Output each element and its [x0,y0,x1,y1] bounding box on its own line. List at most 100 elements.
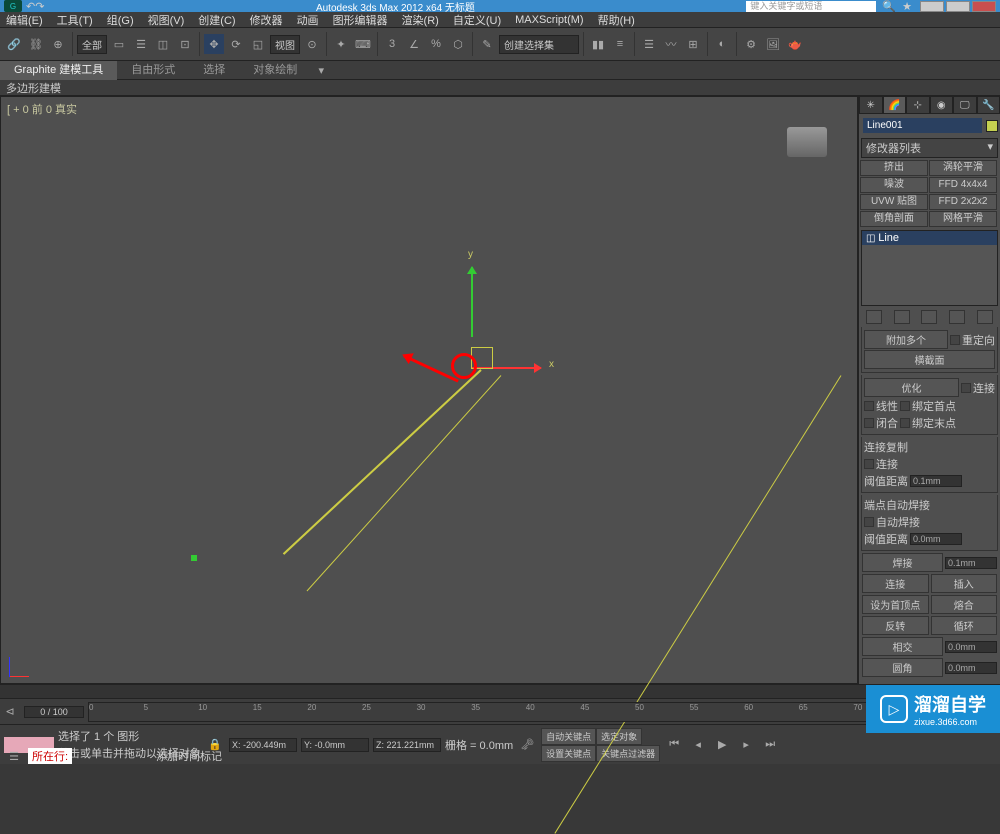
selection-filter[interactable]: 全部 [77,35,107,54]
key-icon[interactable]: 🗝 [517,735,537,755]
edit-sel-icon[interactable]: ✎ [477,34,497,54]
pivot-icon[interactable]: ⊙ [302,34,322,54]
cross-spin[interactable]: 0.0mm [945,641,997,653]
menu-graph[interactable]: 图形编辑器 [333,12,388,28]
insert-btn[interactable]: 插入 [931,574,998,593]
menu-group[interactable]: 组(G) [107,12,134,28]
coord-y[interactable]: Y: -0.0mm [301,738,369,752]
linear-chk[interactable] [864,401,874,411]
link-icon[interactable]: 🔗 [4,34,24,54]
mod-extrude[interactable]: 挤出 [860,160,928,176]
minimize-button[interactable] [920,1,944,12]
create-tab-icon[interactable]: ✳ [859,96,883,114]
prev-frame-icon[interactable]: ◂ [688,735,708,755]
named-sel-dd[interactable]: 创建选择集 [499,35,579,54]
connect-chk[interactable] [961,383,971,393]
weld-spin[interactable]: 0.1mm [945,557,997,569]
viewport-label[interactable]: [ + 0 前 0 真实 [7,101,77,117]
config-icon[interactable] [977,310,993,324]
menu-create[interactable]: 创建(C) [198,12,235,28]
timeline-left-icon[interactable]: ⊲ [0,702,20,722]
mod-meshsmooth[interactable]: 网格平滑 [929,211,997,227]
modifier-stack[interactable]: ◫ Line [861,230,998,306]
closed-chk[interactable] [864,418,874,428]
spline-segment[interactable] [283,369,482,555]
coord-x[interactable]: X: -200.449m [229,738,297,752]
fillet-spin[interactable]: 0.0mm [945,662,997,674]
select-icon[interactable]: ▭ [109,34,129,54]
spline-segment[interactable] [554,375,841,833]
rotate-icon[interactable]: ⟳ [226,34,246,54]
align-icon[interactable]: ≡ [610,34,630,54]
object-name-field[interactable]: Line001 [863,118,982,133]
script-icon[interactable]: ☰ [4,746,24,766]
schematic-icon[interactable]: ⊞ [683,34,703,54]
select-name-icon[interactable]: ☰ [131,34,151,54]
snap-icon[interactable]: 3 [382,34,402,54]
play-icon[interactable]: ▶ [712,735,732,755]
render-frame-icon[interactable]: 🖼 [763,34,783,54]
aw-thresh-spin[interactable]: 0.0mm [910,533,962,545]
spinner-snap-icon[interactable]: ⬡ [448,34,468,54]
star-icon[interactable]: ★ [902,0,912,13]
viewport-scrollbar[interactable] [0,684,1000,698]
coord-z[interactable]: Z: 221.221mm [373,738,441,752]
keyboard-icon[interactable]: ⌨ [353,34,373,54]
mat-editor-icon[interactable]: ◐ [712,34,732,54]
angle-snap-icon[interactable]: ∠ [404,34,424,54]
window-cross-icon[interactable]: ⊡ [175,34,195,54]
mod-turbosmooth[interactable]: 涡轮平滑 [929,160,997,176]
goto-end-icon[interactable]: ⏭ [760,735,780,755]
menu-help[interactable]: 帮助(H) [598,12,635,28]
motion-tab-icon[interactable]: ◉ [930,96,954,114]
tab-paint[interactable]: 对象绘制 [239,61,311,80]
menu-modifier[interactable]: 修改器 [250,12,283,28]
unique-icon[interactable] [921,310,937,324]
modifier-list-dd[interactable]: 修改器列表▾ [861,138,998,158]
cross-section-btn[interactable]: 横截面 [864,350,995,369]
goto-start-icon[interactable]: ⏮ [664,735,684,755]
menu-maxscript[interactable]: MAXScript(M) [515,14,583,26]
mod-noise[interactable]: 噪波 [860,177,928,193]
attach-multi-btn[interactable]: 附加多个 [864,330,948,349]
bind-last-chk[interactable] [900,418,910,428]
display-tab-icon[interactable]: 🖵 [953,96,977,114]
mod-uvw[interactable]: UVW 贴图 [860,194,928,210]
sub-ribbon[interactable]: 多边形建模 [0,80,1000,96]
reverse-btn[interactable]: 反转 [862,616,929,635]
ref-coord-dd[interactable]: 视图 [270,35,300,54]
scale-icon[interactable]: ◱ [248,34,268,54]
mod-bevel[interactable]: 倒角剖面 [860,211,928,227]
weld-btn[interactable]: 焊接 [862,553,943,572]
vertex-handle[interactable] [191,555,197,561]
modify-tab-icon[interactable]: 🌈 [883,96,907,114]
mod-ffd4[interactable]: FFD 4x4x4 [929,177,997,193]
menu-render[interactable]: 渲染(R) [402,12,439,28]
time-slider[interactable]: 0 / 100 [24,706,84,718]
cc-thresh-spin[interactable]: 0.1mm [910,475,962,487]
y-axis[interactable] [471,267,473,337]
layer-icon[interactable]: ☰ [639,34,659,54]
hierarchy-tab-icon[interactable]: ⊹ [906,96,930,114]
fuse-btn[interactable]: 熔合 [931,595,998,614]
cc-connect-chk[interactable] [864,459,874,469]
fillet-btn[interactable]: 圆角 [862,658,943,677]
maximize-button[interactable] [946,1,970,12]
close-button[interactable] [972,1,996,12]
mod-ffd2[interactable]: FFD 2x2x2 [929,194,997,210]
menu-custom[interactable]: 自定义(U) [453,12,501,28]
percent-snap-icon[interactable]: % [426,34,446,54]
bind-first-chk[interactable] [900,401,910,411]
viewport[interactable]: [ + 0 前 0 真实 y x [0,96,858,684]
crossinsert-btn[interactable]: 相交 [862,637,943,656]
unlink-icon[interactable]: ⛓ [26,34,46,54]
setkey-btn[interactable]: 设置关键点 [541,745,596,762]
viewcube[interactable] [787,127,827,157]
tab-freeform[interactable]: 自由形式 [117,61,189,80]
render-icon[interactable]: 🫖 [785,34,805,54]
menu-anim[interactable]: 动画 [297,12,319,28]
move-icon[interactable]: ✥ [204,34,224,54]
bind-icon[interactable]: ⊕ [48,34,68,54]
show-end-icon[interactable] [894,310,910,324]
spline-segment[interactable] [307,375,502,591]
